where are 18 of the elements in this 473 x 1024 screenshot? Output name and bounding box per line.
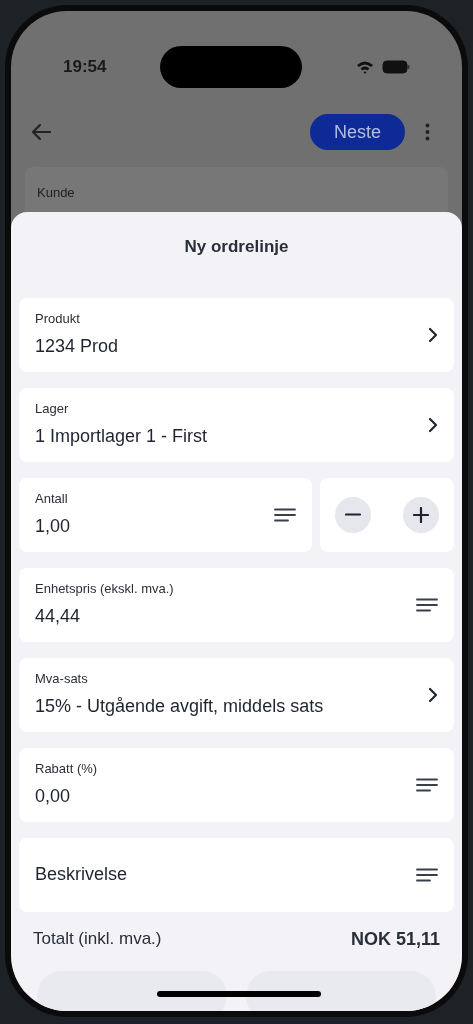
total-label: Totalt (inkl. mva.): [33, 928, 162, 951]
field-value: 15% - Utgående avgift, middels sats: [35, 694, 324, 718]
total-amount: NOK 51,11: [350, 927, 440, 951]
status-time: 19:54: [63, 56, 107, 79]
field-label: Produkt: [35, 310, 81, 329]
field-value: 1 Importlager 1 - First: [35, 424, 208, 448]
field-label: Mva-sats: [35, 670, 89, 689]
field-label: Beskrivelse: [35, 863, 128, 886]
field-value: 44,44: [35, 604, 82, 628]
field-value: 1,00: [35, 514, 71, 538]
field-label: Lager: [35, 400, 70, 419]
sheet-title: Ny ordrelinje: [184, 236, 289, 258]
field-label: Antall: [35, 490, 69, 509]
field-label: Enhetspris (ekskl. mva.): [35, 580, 174, 599]
field-label: Rabatt (%): [35, 760, 98, 779]
field-value: 0,00: [35, 784, 72, 808]
field-label: Kunde: [37, 184, 75, 202]
field-value: 1234 Prod: [35, 334, 119, 358]
